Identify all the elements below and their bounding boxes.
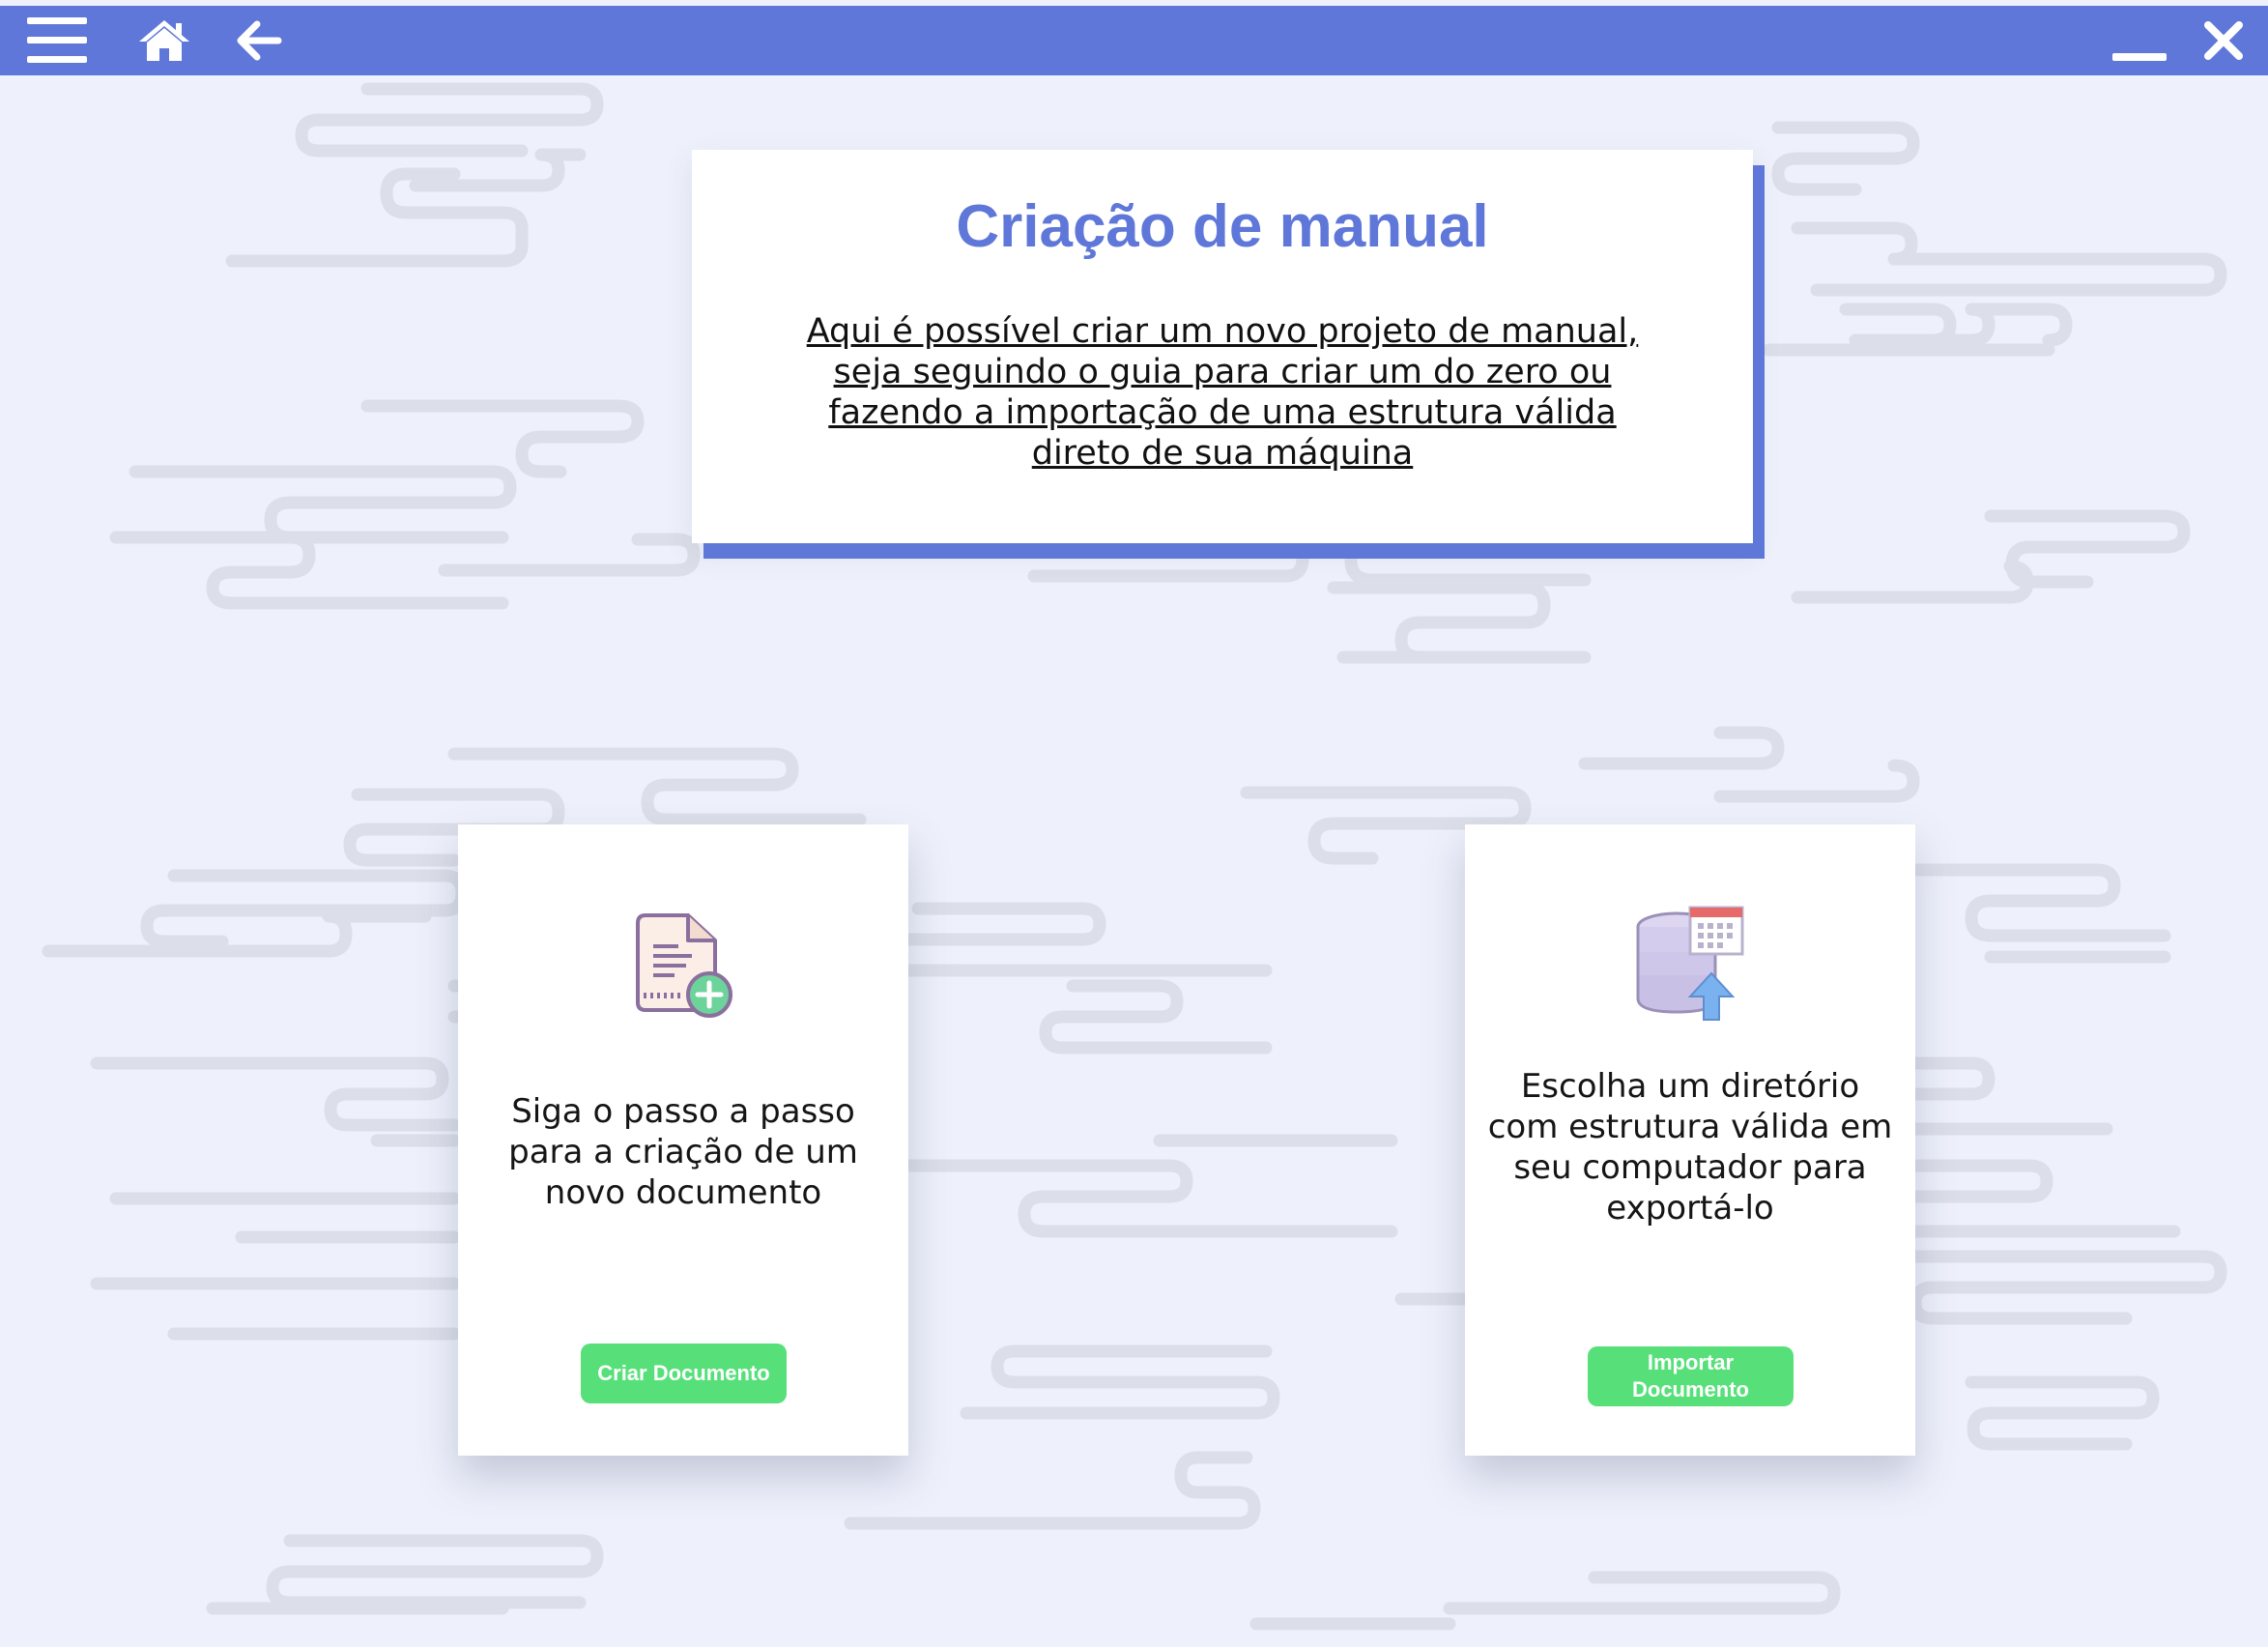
title-bar xyxy=(0,6,2268,75)
page-description: Aqui é possível criar um novo projeto de… xyxy=(806,312,1639,473)
import-card-text: Escolha um diretório com estrutura válid… xyxy=(1487,1067,1893,1228)
page-title: Criação de manual xyxy=(956,193,1489,260)
import-document-button[interactable]: Importar Documento xyxy=(1588,1346,1794,1406)
menu-button[interactable] xyxy=(21,6,93,75)
create-document-card: Siga o passo a passo para a criação de u… xyxy=(458,824,908,1456)
create-card-text: Siga o passo a passo para a criação de u… xyxy=(508,1092,858,1212)
create-document-button[interactable]: Criar Documento xyxy=(581,1344,787,1403)
database-upload-icon xyxy=(1636,906,1744,1021)
home-icon xyxy=(139,20,189,61)
minimize-icon xyxy=(2112,53,2167,61)
back-button[interactable] xyxy=(232,6,286,75)
minimize-button[interactable] xyxy=(2109,6,2170,75)
info-card: Criação de manual Aqui é possível criar … xyxy=(692,150,1753,543)
close-icon xyxy=(2204,21,2243,60)
arrow-left-icon xyxy=(237,20,282,61)
home-button[interactable] xyxy=(133,6,195,75)
close-button[interactable] xyxy=(2199,6,2248,75)
new-document-icon xyxy=(636,913,732,1018)
hamburger-icon xyxy=(27,17,87,63)
import-document-card: Escolha um diretório com estrutura válid… xyxy=(1465,824,1915,1456)
